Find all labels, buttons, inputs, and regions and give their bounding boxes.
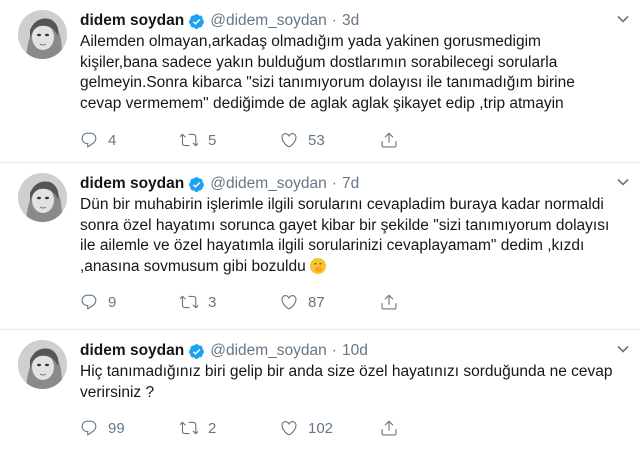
retweet-count: 5 — [208, 131, 217, 149]
tweet-feed: didem soydan @didem_soydan · 3d Ailemden… — [0, 0, 640, 449]
like-count: 87 — [308, 293, 325, 311]
reply-icon — [81, 132, 97, 148]
tweet-actions: 9 3 87 — [80, 293, 420, 311]
tweet-header: didem soydan @didem_soydan · 3d — [80, 11, 630, 31]
share-button[interactable] — [380, 131, 420, 149]
retweet-button[interactable]: 2 — [180, 419, 280, 437]
reply-button[interactable]: 9 — [80, 293, 180, 311]
retweet-icon — [180, 295, 198, 309]
verified-badge-icon — [188, 13, 205, 30]
reply-count: 9 — [108, 293, 117, 311]
tweet-text-line: ,anasına sovmusum gibi bozuldu — [80, 257, 630, 278]
tweet-text: Dün bir muhabirin işlerimle ilgili sorul… — [80, 195, 630, 277]
tweet-text-line: cevap vermemem" dediğimde de aglak aglak… — [80, 94, 564, 112]
like-button[interactable]: 102 — [280, 419, 380, 437]
tweet-text-line: sonra özel hayatımı sorunca gayet kibar … — [80, 216, 610, 234]
tweet-text-line: kişiler,bana sadece yakın bulduğum dostl… — [80, 53, 558, 71]
tweet-text-line: Hiç tanımadığınız biri gelip bir anda si… — [80, 363, 613, 380]
author-name[interactable]: didem soydan — [80, 175, 184, 193]
reply-icon — [81, 420, 97, 436]
retweet-button[interactable]: 5 — [180, 131, 280, 149]
timestamp[interactable]: 10d — [342, 342, 368, 360]
tweet-text-fragment: ,anasına sovmusum gibi bozuldu — [80, 257, 306, 275]
author-handle[interactable]: @didem_soydan — [210, 175, 327, 193]
avatar[interactable] — [18, 173, 67, 222]
tweet-actions: 99 2 102 — [80, 419, 420, 437]
tweet-text-line: gelmeyin.Sonra kibarca "sizi tanımıyorum… — [80, 74, 575, 91]
tweet-header: didem soydan @didem_soydan · 7d — [80, 174, 630, 194]
separator-dot: · — [331, 175, 337, 192]
like-count: 53 — [308, 131, 325, 149]
author-handle[interactable]: @didem_soydan — [210, 342, 327, 360]
share-button[interactable] — [380, 293, 420, 311]
avatar[interactable] — [18, 340, 67, 389]
reply-button[interactable]: 99 — [80, 419, 180, 437]
retweet-count: 2 — [208, 419, 217, 437]
timestamp[interactable]: 3d — [342, 12, 359, 30]
tweet-text: Hiç tanımadığınız biri gelip bir anda si… — [80, 362, 630, 403]
timestamp[interactable]: 7d — [342, 175, 359, 193]
separator-dot: · — [331, 12, 337, 29]
reply-icon — [81, 294, 97, 310]
face-with-hand-over-mouth-icon — [309, 257, 326, 274]
heart-icon — [281, 421, 297, 436]
tweet-header: didem soydan @didem_soydan · 10d — [80, 341, 630, 361]
retweet-button[interactable]: 3 — [180, 293, 280, 311]
share-icon — [381, 132, 397, 148]
tweet-actions: 4 5 53 — [80, 131, 420, 149]
author-name[interactable]: didem soydan — [80, 342, 184, 360]
author-handle[interactable]: @didem_soydan — [210, 12, 327, 30]
chevron-down-icon[interactable] — [616, 342, 630, 356]
like-button[interactable]: 87 — [280, 293, 380, 311]
tweet-text-line: Ailemden olmayan,arkadaş olmadığım yada … — [80, 33, 541, 50]
tweet[interactable]: didem soydan @didem_soydan · 3d Ailemden… — [0, 0, 640, 163]
share-button[interactable] — [380, 419, 420, 437]
heart-icon — [281, 133, 297, 148]
share-icon — [381, 294, 397, 310]
retweet-icon — [180, 421, 198, 435]
tweet-text-line: Dün bir muhabirin işlerimle ilgili sorul… — [80, 196, 604, 213]
reply-button[interactable]: 4 — [80, 131, 180, 149]
tweet[interactable]: didem soydan @didem_soydan · 7d Dün bir … — [0, 163, 640, 330]
heart-icon — [281, 295, 297, 310]
verified-badge-icon — [188, 343, 205, 360]
retweet-count: 3 — [208, 293, 217, 311]
tweet-text-line: verirsiniz ? — [80, 383, 155, 401]
author-name[interactable]: didem soydan — [80, 12, 184, 30]
separator-dot: · — [331, 342, 337, 359]
avatar[interactable] — [18, 10, 67, 59]
retweet-icon — [180, 133, 198, 147]
reply-count: 99 — [108, 419, 125, 437]
tweet-text-line: ile ailemle ve özel hayatımla ilgili sor… — [80, 237, 585, 254]
chevron-down-icon[interactable] — [616, 12, 630, 26]
verified-badge-icon — [188, 176, 205, 193]
share-icon — [381, 420, 397, 436]
tweet-text: Ailemden olmayan,arkadaş olmadığım yada … — [80, 32, 630, 114]
reply-count: 4 — [108, 131, 117, 149]
like-button[interactable]: 53 — [280, 131, 380, 149]
like-count: 102 — [308, 419, 334, 437]
tweet[interactable]: didem soydan @didem_soydan · 10d Hiç tan… — [0, 330, 640, 449]
chevron-down-icon[interactable] — [616, 175, 630, 189]
